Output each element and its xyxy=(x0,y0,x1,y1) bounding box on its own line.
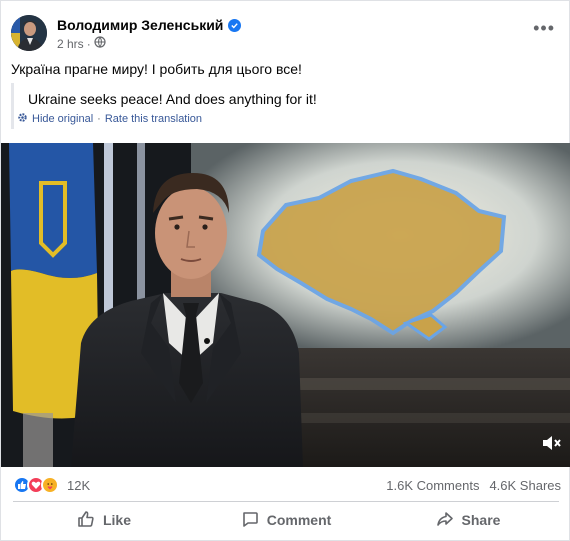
hide-original-link[interactable]: Hide original xyxy=(32,113,93,125)
rate-translation-link[interactable]: Rate this translation xyxy=(105,113,202,125)
post-meta: 2 hrs · xyxy=(57,36,106,51)
video-player[interactable] xyxy=(1,143,570,467)
verified-badge-icon xyxy=(228,18,242,32)
author-name[interactable]: Володимир Зеленський xyxy=(57,17,242,33)
like-button[interactable]: Like xyxy=(13,504,195,536)
post-card: Володимир Зеленський 2 hrs · ••• Україна… xyxy=(0,0,570,541)
action-bar: Like Comment Share xyxy=(13,504,559,536)
like-label: Like xyxy=(102,512,131,528)
comment-icon xyxy=(241,510,259,531)
share-icon xyxy=(436,510,454,531)
author-name-label[interactable]: Володимир Зеленський xyxy=(57,17,223,33)
globe-icon xyxy=(94,36,106,51)
divider xyxy=(13,501,559,502)
meta-separator: · xyxy=(86,36,91,51)
video-frame xyxy=(1,143,570,467)
shares-count[interactable]: 4.6K Shares xyxy=(489,478,561,493)
post-text: Україна прагне миру! І робить для цього … xyxy=(11,61,302,77)
translated-text: Ukraine seeks peace! And does anything f… xyxy=(28,91,317,107)
comments-shares: 1.6K Comments 4.6K Shares xyxy=(386,478,561,493)
engagement-stats: 12K 1.6K Comments 4.6K Shares xyxy=(13,475,561,497)
mute-icon[interactable] xyxy=(541,434,561,457)
comment-label: Comment xyxy=(266,512,332,528)
post-time[interactable]: 2 hrs xyxy=(57,37,84,51)
reaction-icons[interactable] xyxy=(13,476,59,494)
comment-button[interactable]: Comment xyxy=(195,504,377,536)
care-reaction-icon xyxy=(41,476,59,494)
post-header: Володимир Зеленський 2 hrs · ••• xyxy=(11,15,561,55)
reactions-count[interactable]: 12K xyxy=(67,478,90,493)
avatar[interactable] xyxy=(11,15,47,51)
share-button[interactable]: Share xyxy=(377,504,559,536)
share-label: Share xyxy=(461,512,501,528)
translation-links: Hide original · Rate this translation xyxy=(17,112,202,126)
link-separator: · xyxy=(97,113,101,125)
more-options-icon[interactable]: ••• xyxy=(533,19,555,37)
like-icon xyxy=(77,510,95,531)
gear-icon[interactable] xyxy=(17,112,28,126)
comments-count[interactable]: 1.6K Comments xyxy=(386,478,479,493)
